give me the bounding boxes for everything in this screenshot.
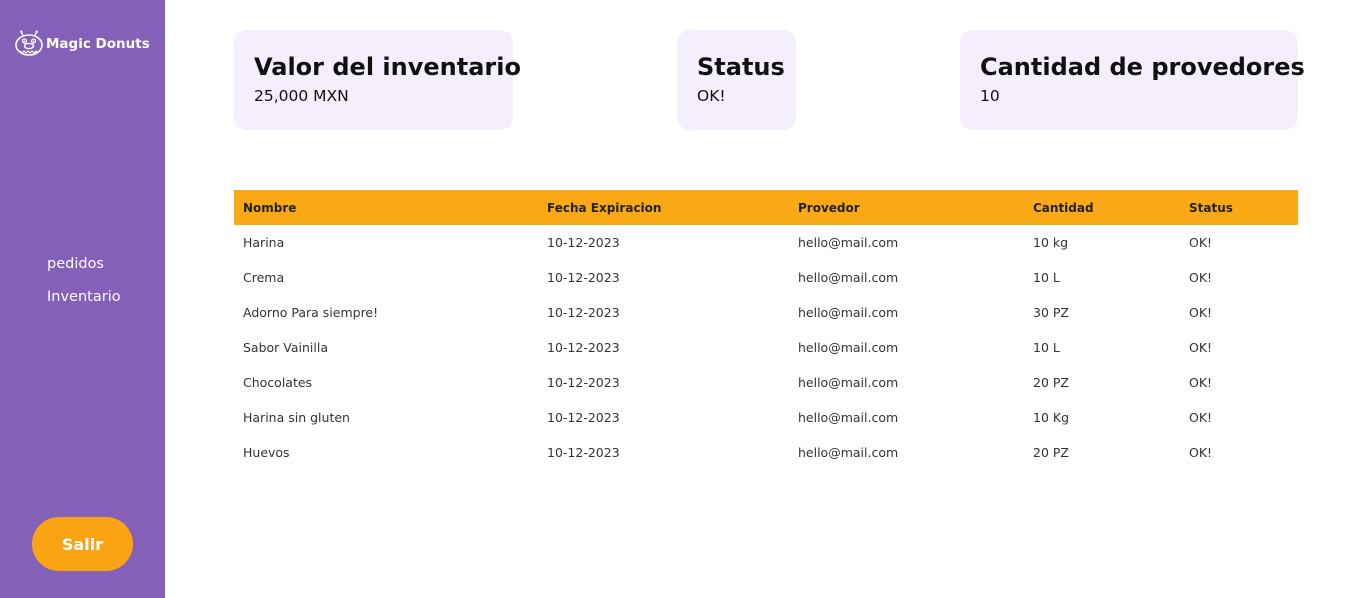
- cell-nombre: Huevos: [243, 445, 290, 460]
- cell-nombre: Harina: [243, 235, 285, 250]
- sidebar: Magic Donuts pedidos Inventario Salir: [0, 0, 165, 598]
- logout-button[interactable]: Salir: [32, 517, 133, 571]
- cell-status: OK!: [1189, 375, 1213, 390]
- sidebar-nav: pedidos Inventario: [47, 254, 121, 320]
- column-header-status: Status: [1189, 200, 1233, 215]
- card-value: 25,000 MXN: [254, 87, 349, 105]
- column-header-fecha-expiracion: Fecha Expiracion: [547, 200, 662, 215]
- cell-status: OK!: [1189, 305, 1213, 320]
- cell-status: OK!: [1189, 445, 1213, 460]
- column-header-nombre: Nombre: [243, 200, 297, 215]
- column-header-provedor: Provedor: [798, 200, 860, 215]
- cell-nombre: Crema: [243, 270, 285, 285]
- cell-cantidad: 20 PZ: [1033, 445, 1069, 460]
- table-row[interactable]: Sabor Vainilla 10-12-2023 hello@mail.com…: [234, 330, 1298, 365]
- cell-fecha: 10-12-2023: [547, 375, 620, 390]
- cell-status: OK!: [1189, 410, 1213, 425]
- table-row[interactable]: Crema 10-12-2023 hello@mail.com 10 L OK!: [234, 260, 1298, 295]
- cell-fecha: 10-12-2023: [547, 340, 620, 355]
- card-title: Cantidad de provedores: [980, 53, 1305, 81]
- cell-cantidad: 10 L: [1033, 270, 1060, 285]
- cell-nombre: Sabor Vainilla: [243, 340, 329, 355]
- cell-cantidad: 10 L: [1033, 340, 1060, 355]
- cell-status: OK!: [1189, 340, 1213, 355]
- cell-provedor: hello@mail.com: [798, 270, 899, 285]
- cell-cantidad: 10 Kg: [1033, 410, 1070, 425]
- cell-provedor: hello@mail.com: [798, 445, 899, 460]
- cell-status: OK!: [1189, 270, 1213, 285]
- inventory-table: Nombre Fecha Expiracion Provedor Cantida…: [234, 190, 1298, 470]
- card-value: OK!: [697, 87, 726, 105]
- table-row[interactable]: Adorno Para siempre! 10-12-2023 hello@ma…: [234, 295, 1298, 330]
- inventory-value-card: Valor del inventario 25,000 MXN: [234, 30, 521, 130]
- inventory-table-container: Nombre Fecha Expiracion Provedor Cantida…: [234, 190, 1298, 470]
- table-header: Nombre Fecha Expiracion Provedor Cantida…: [234, 190, 1298, 225]
- nav-item-inventario[interactable]: Inventario: [47, 287, 121, 320]
- cell-provedor: hello@mail.com: [798, 340, 899, 355]
- cell-cantidad: 30 PZ: [1033, 305, 1069, 320]
- app: Magic Donuts pedidos Inventario Salir Va…: [0, 0, 1361, 598]
- cell-nombre: Adorno Para siempre!: [243, 305, 379, 320]
- card-title: Status: [697, 53, 785, 81]
- table-row[interactable]: Harina 10-12-2023 hello@mail.com 10 kg O…: [234, 225, 1298, 260]
- cell-nombre: Chocolates: [243, 375, 313, 390]
- column-header-cantidad: Cantidad: [1033, 200, 1094, 215]
- table-row[interactable]: Huevos 10-12-2023 hello@mail.com 20 PZ O…: [234, 435, 1298, 470]
- cell-fecha: 10-12-2023: [547, 305, 620, 320]
- donut-monster-icon: [15, 30, 43, 56]
- cell-nombre: Harina sin gluten: [243, 410, 350, 425]
- cell-fecha: 10-12-2023: [547, 235, 620, 250]
- cell-fecha: 10-12-2023: [547, 445, 620, 460]
- cell-provedor: hello@mail.com: [798, 375, 899, 390]
- card-title: Valor del inventario: [254, 53, 521, 81]
- cell-provedor: hello@mail.com: [798, 305, 899, 320]
- suppliers-count-card: Cantidad de provedores 10: [960, 30, 1305, 130]
- table-body: Harina 10-12-2023 hello@mail.com 10 kg O…: [234, 225, 1298, 470]
- cell-cantidad: 20 PZ: [1033, 375, 1069, 390]
- table-header-row: Nombre Fecha Expiracion Provedor Cantida…: [234, 190, 1298, 225]
- cell-provedor: hello@mail.com: [798, 235, 899, 250]
- brand[interactable]: Magic Donuts: [14, 30, 150, 57]
- cell-fecha: 10-12-2023: [547, 270, 620, 285]
- nav-item-pedidos[interactable]: pedidos: [47, 254, 121, 287]
- table-row[interactable]: Harina sin gluten 10-12-2023 hello@mail.…: [234, 400, 1298, 435]
- cell-provedor: hello@mail.com: [798, 410, 899, 425]
- brand-name: Magic Donuts: [46, 35, 150, 52]
- cell-fecha: 10-12-2023: [547, 410, 620, 425]
- card-value: 10: [980, 87, 1000, 105]
- status-card: Status OK!: [677, 30, 796, 130]
- cell-status: OK!: [1189, 235, 1213, 250]
- table-row[interactable]: Chocolates 10-12-2023 hello@mail.com 20 …: [234, 365, 1298, 400]
- cell-cantidad: 10 kg: [1033, 235, 1069, 250]
